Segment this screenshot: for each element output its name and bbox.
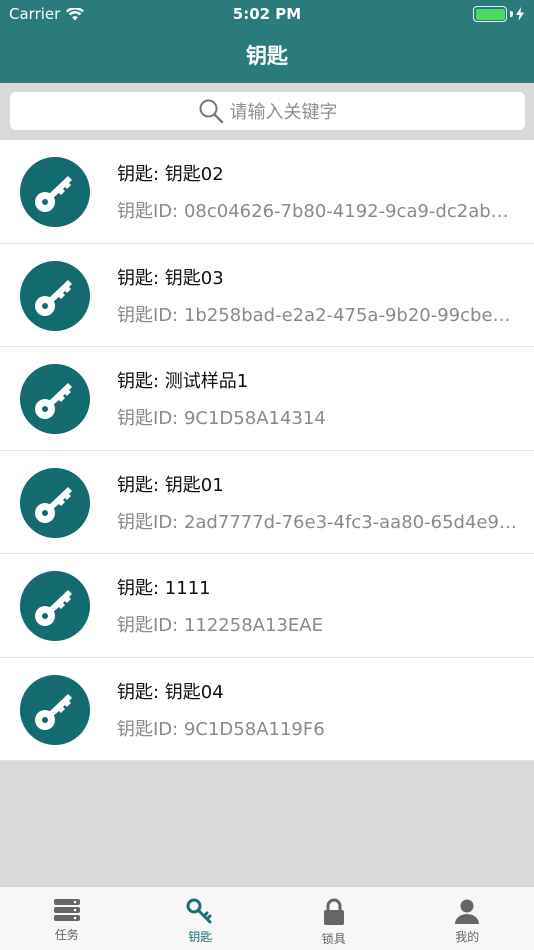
search-bar-container: 请输入关键字 bbox=[0, 83, 534, 140]
tab-bar: 任务 钥匙 锁具 我的 bbox=[0, 886, 534, 950]
tab-keys-label: 钥匙 bbox=[188, 930, 213, 944]
key-avatar bbox=[20, 674, 90, 745]
battery-icon bbox=[473, 6, 524, 22]
tab-keys[interactable]: 钥匙 bbox=[134, 887, 268, 950]
key-icon bbox=[35, 176, 72, 212]
tab-tasks[interactable]: 任务 bbox=[0, 887, 134, 950]
key-name: 钥匙: 1111 bbox=[117, 578, 211, 599]
navigation-header: Carrier 5:02 PM 钥匙 bbox=[0, 0, 534, 83]
lock-icon bbox=[323, 898, 344, 925]
status-time: 5:02 PM bbox=[232, 5, 302, 23]
key-icon bbox=[186, 898, 212, 924]
key-avatar bbox=[20, 571, 90, 641]
key-id: 钥匙ID: 9C1D58A14314 bbox=[117, 408, 326, 429]
status-bar: Carrier 5:02 PM bbox=[0, 0, 534, 28]
key-icon bbox=[35, 383, 72, 419]
list-item[interactable]: 钥匙: 钥匙03 钥匙ID: 1b258bad-e2a2-475a-9b20-9… bbox=[0, 244, 534, 347]
tab-me-label: 我的 bbox=[455, 930, 480, 944]
key-icon bbox=[35, 693, 72, 730]
tab-tasks-label: 任务 bbox=[54, 928, 79, 942]
tasks-icon bbox=[53, 899, 80, 921]
tab-locks[interactable]: 锁具 bbox=[267, 887, 401, 950]
key-avatar bbox=[20, 157, 90, 227]
search-input[interactable]: 请输入关键字 bbox=[10, 92, 525, 130]
key-name: 钥匙: 钥匙04 bbox=[117, 681, 224, 703]
key-icon bbox=[35, 590, 72, 626]
list-item[interactable]: 钥匙: 钥匙04 钥匙ID: 9C1D58A119F6 bbox=[0, 658, 534, 761]
key-icon bbox=[35, 486, 72, 523]
list-item[interactable]: 钥匙: 钥匙01 钥匙ID: 2ad7777d-76e3-4fc3-aa80-6… bbox=[0, 451, 534, 554]
key-avatar bbox=[20, 364, 90, 434]
search-placeholder: 请输入关键字 bbox=[229, 102, 338, 123]
key-id: 钥匙ID: 08c04626-7b80-4192-9ca9-dc2ab8f3b6… bbox=[117, 201, 517, 222]
key-id: 钥匙ID: 9C1D58A119F6 bbox=[117, 718, 325, 740]
list-item[interactable]: 钥匙: 钥匙02 钥匙ID: 08c04626-7b80-4192-9ca9-d… bbox=[0, 140, 534, 244]
tab-me[interactable]: 我的 bbox=[401, 887, 534, 950]
tab-locks-label: 锁具 bbox=[321, 932, 346, 946]
key-list: 钥匙: 钥匙02 钥匙ID: 08c04626-7b80-4192-9ca9-d… bbox=[0, 140, 534, 761]
key-avatar bbox=[20, 260, 90, 331]
charging-bolt-icon bbox=[516, 7, 524, 21]
key-name: 钥匙: 钥匙02 bbox=[117, 164, 224, 185]
key-name: 钥匙: 钥匙01 bbox=[117, 474, 224, 496]
key-avatar bbox=[20, 467, 90, 538]
key-id: 钥匙ID: 2ad7777d-76e3-4fc3-aa80-65d4e9b7c1… bbox=[117, 511, 517, 533]
list-item[interactable]: 钥匙: 测试样品1 钥匙ID: 9C1D58A14314 bbox=[0, 347, 534, 451]
list-item[interactable]: 钥匙: 1111 钥匙ID: 112258A13EAE bbox=[0, 554, 534, 658]
search-icon bbox=[199, 99, 223, 124]
key-name: 钥匙: 测试样品1 bbox=[117, 371, 249, 392]
key-id: 钥匙ID: 1b258bad-e2a2-475a-9b20-99cbe4f1a2… bbox=[117, 304, 517, 326]
key-icon bbox=[35, 279, 72, 316]
page-title: 钥匙 bbox=[246, 44, 288, 68]
person-icon bbox=[455, 899, 480, 924]
key-id: 钥匙ID: 112258A13EAE bbox=[117, 615, 323, 636]
key-name: 钥匙: 钥匙03 bbox=[117, 267, 224, 289]
